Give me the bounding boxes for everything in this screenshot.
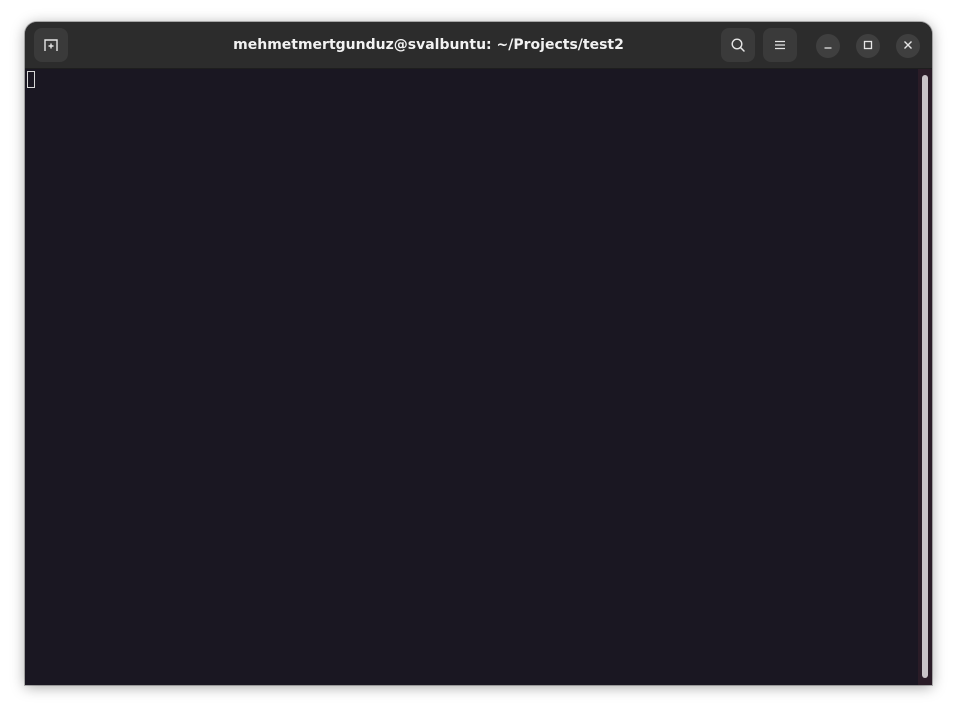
new-tab-button[interactable] xyxy=(34,28,68,62)
hamburger-menu-icon xyxy=(772,37,788,53)
minimize-button[interactable] xyxy=(816,34,840,58)
scrollbar[interactable] xyxy=(918,69,932,685)
main-menu-button[interactable] xyxy=(763,28,797,62)
close-icon xyxy=(903,37,913,55)
maximize-icon xyxy=(863,37,873,55)
terminal-area[interactable] xyxy=(25,69,932,685)
search-icon xyxy=(730,37,746,53)
scrollbar-thumb[interactable] xyxy=(922,75,928,678)
title-bar[interactable]: mehmetmertgunduz@svalbuntu: ~/Projects/t… xyxy=(25,22,932,69)
new-tab-icon xyxy=(43,37,59,53)
minimize-icon xyxy=(823,37,833,55)
search-button[interactable] xyxy=(721,28,755,62)
close-button[interactable] xyxy=(896,34,920,58)
maximize-button[interactable] xyxy=(856,34,880,58)
window-title: mehmetmertgunduz@svalbuntu: ~/Projects/t… xyxy=(233,37,624,53)
text-cursor xyxy=(27,71,35,88)
terminal-window: mehmetmertgunduz@svalbuntu: ~/Projects/t… xyxy=(25,22,932,685)
